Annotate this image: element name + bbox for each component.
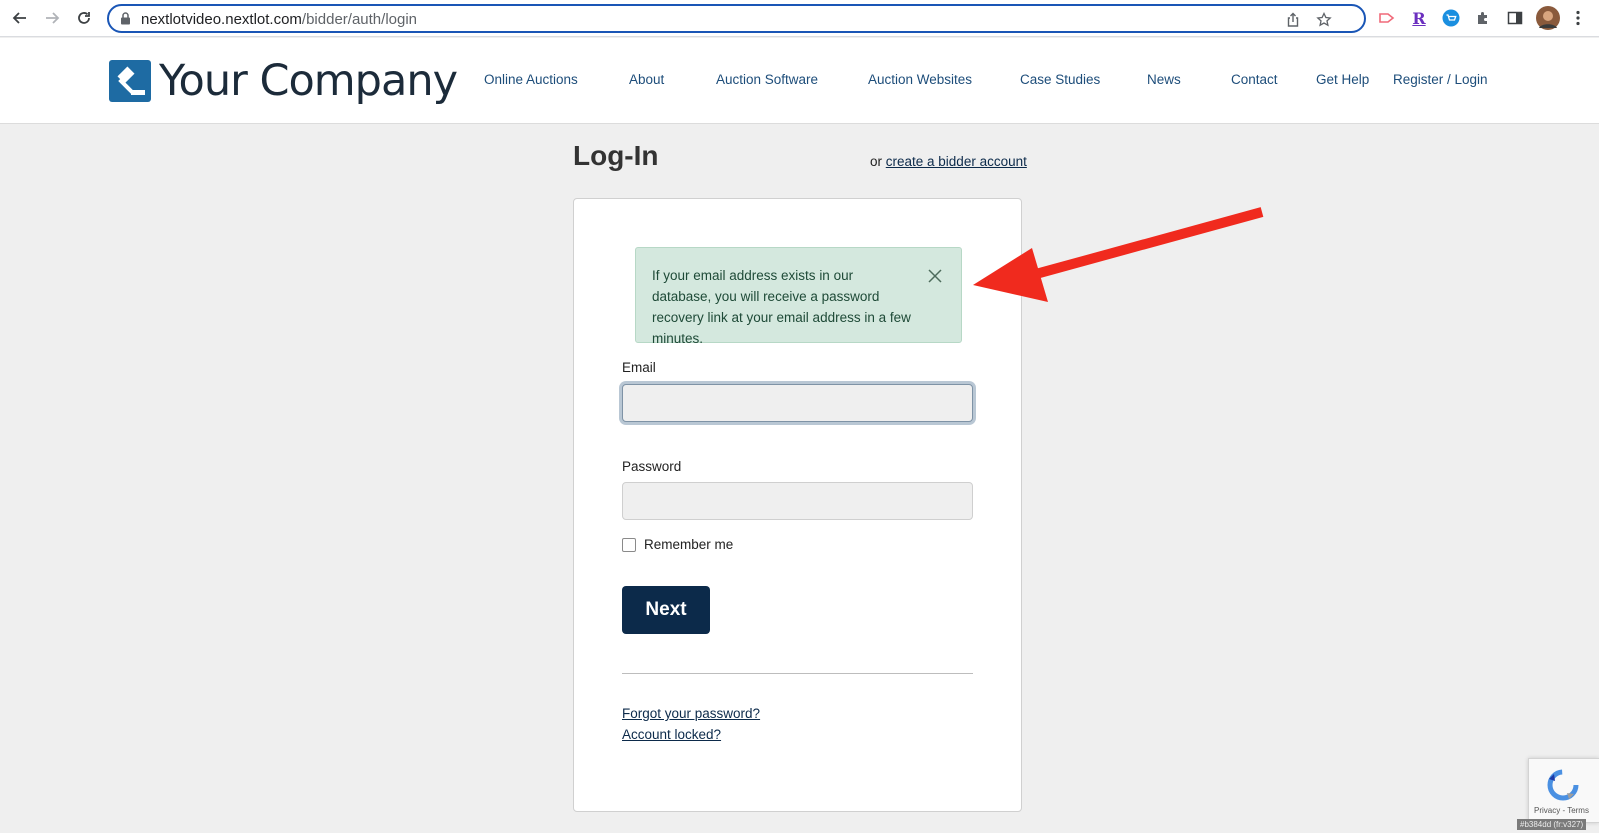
- gavel-logo-icon: [109, 60, 151, 102]
- next-button[interactable]: Next: [622, 586, 710, 634]
- address-bar[interactable]: nextlotvideo.nextlot.com/bidder/auth/log…: [107, 4, 1366, 33]
- success-alert: If your email address exists in our data…: [635, 247, 962, 346]
- side-panel-icon[interactable]: [1505, 8, 1525, 28]
- remember-checkbox[interactable]: [622, 537, 636, 552]
- url-text: nextlotvideo.nextlot.com/bidder/auth/log…: [141, 11, 417, 28]
- url-path: /bidder/auth/login: [301, 11, 418, 28]
- bookmark-star-icon[interactable]: [1316, 11, 1332, 28]
- nav-contact[interactable]: Contact: [1231, 72, 1278, 87]
- reload-icon[interactable]: [72, 6, 96, 30]
- recaptcha-icon: [1545, 767, 1581, 808]
- password-field[interactable]: [622, 482, 973, 520]
- version-tag: #b384dd (fr:v327): [1517, 819, 1587, 830]
- login-card: If your email address exists in our data…: [573, 198, 1022, 812]
- divider: [622, 673, 973, 674]
- nav-online-auctions[interactable]: Online Auctions: [484, 72, 578, 87]
- remember-label: Remember me: [644, 537, 734, 552]
- nav-auction-software[interactable]: Auction Software: [716, 72, 818, 87]
- nav-get-help[interactable]: Get Help: [1316, 72, 1369, 87]
- browser-toolbar: nextlotvideo.nextlot.com/bidder/auth/log…: [0, 0, 1599, 37]
- recaptcha-text: Privacy - Terms: [1534, 806, 1589, 815]
- close-icon[interactable]: [926, 267, 944, 285]
- share-icon[interactable]: [1285, 12, 1301, 28]
- forward-icon[interactable]: [40, 6, 64, 30]
- annotation-arrow: [973, 207, 1264, 302]
- account-locked-link[interactable]: Account locked?: [622, 727, 721, 742]
- extension-record-icon[interactable]: [1377, 8, 1397, 28]
- company-name: Your Company: [159, 56, 458, 106]
- extension-r-icon[interactable]: R: [1409, 8, 1429, 28]
- profile-avatar[interactable]: [1536, 6, 1560, 30]
- company-logo[interactable]: Your Company: [109, 56, 458, 106]
- create-account-line: or create a bidder account: [870, 154, 1027, 169]
- or-text: or: [870, 154, 886, 169]
- nav-auction-websites[interactable]: Auction Websites: [868, 72, 972, 87]
- url-host: nextlotvideo.nextlot.com: [141, 11, 302, 28]
- remember-me[interactable]: Remember me: [622, 537, 733, 552]
- page-title: Log-In: [573, 140, 659, 171]
- browser-menu-icon[interactable]: [1568, 8, 1588, 28]
- nav-register-login[interactable]: Register / Login: [1393, 72, 1488, 87]
- extensions-puzzle-icon[interactable]: [1473, 8, 1493, 28]
- forgot-password-link[interactable]: Forgot your password?: [622, 706, 760, 721]
- extension-cart-icon[interactable]: [1441, 8, 1461, 28]
- nav-news[interactable]: News: [1147, 72, 1181, 87]
- recaptcha-badge[interactable]: Privacy - Terms: [1528, 758, 1599, 823]
- nav-case-studies[interactable]: Case Studies: [1020, 72, 1100, 87]
- site-header: Your Company Online Auctions About Aucti…: [0, 38, 1599, 124]
- create-account-link[interactable]: create a bidder account: [886, 154, 1027, 169]
- password-label: Password: [622, 459, 682, 474]
- lock-icon: [120, 12, 131, 30]
- alert-message: If your email address exists in our data…: [652, 268, 911, 346]
- email-field[interactable]: [622, 384, 973, 422]
- email-label: Email: [622, 360, 656, 375]
- back-icon[interactable]: [8, 6, 32, 30]
- nav-about[interactable]: About: [629, 72, 664, 87]
